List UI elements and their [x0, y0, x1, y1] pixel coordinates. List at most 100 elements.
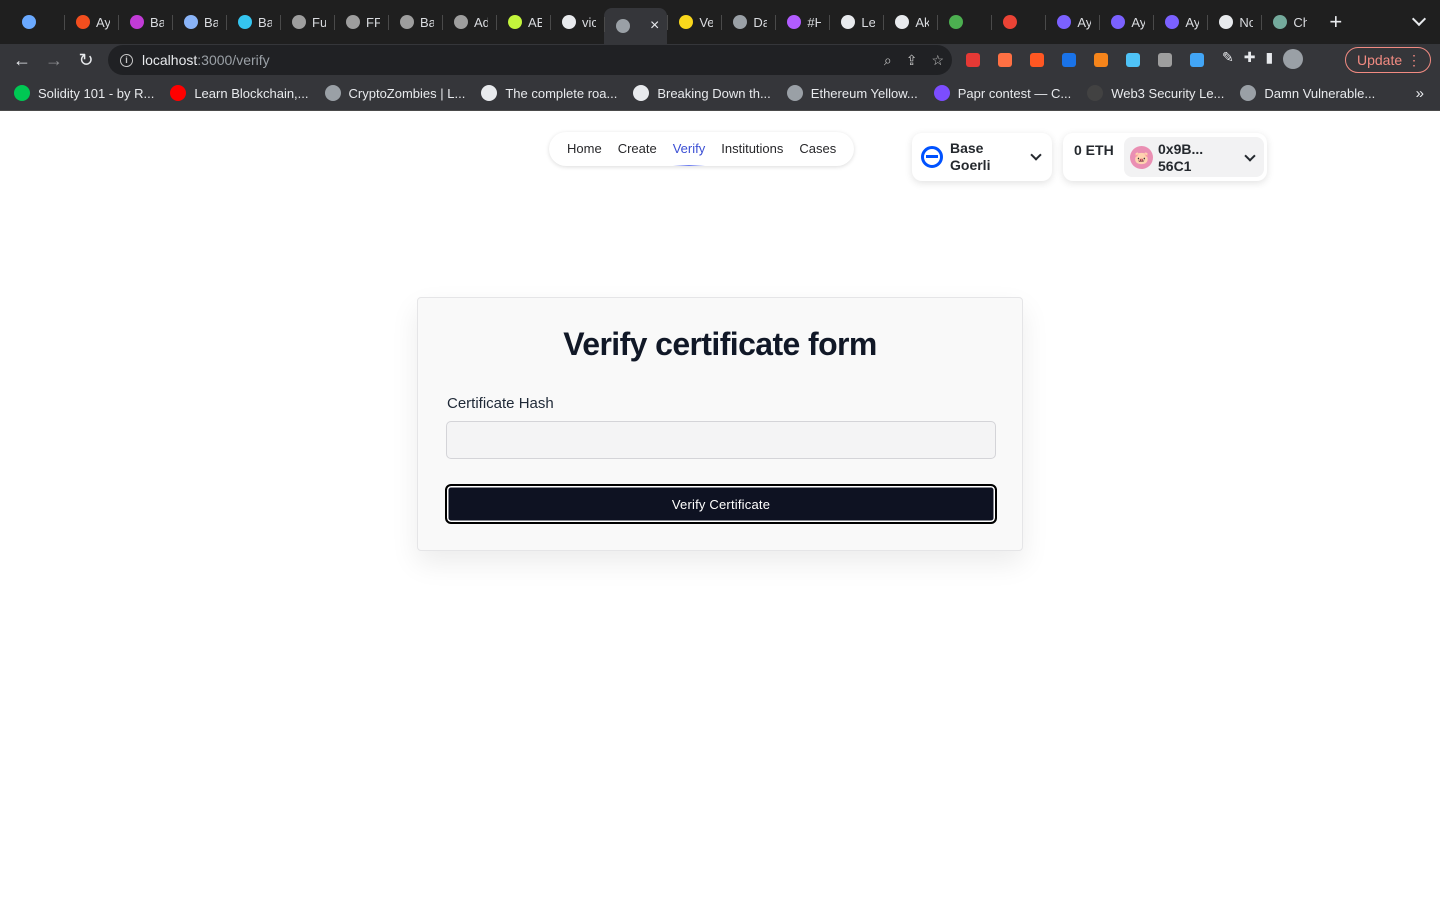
tab[interactable]: No: [1207, 6, 1261, 38]
account-avatar: 🐷: [1130, 146, 1153, 169]
update-button[interactable]: Update ⋮: [1345, 47, 1431, 73]
extension-glyph-icon: [1062, 53, 1076, 67]
bookmarks-overflow-icon[interactable]: »: [1416, 85, 1424, 102]
extensions-puzzle-icon[interactable]: ✚: [1244, 49, 1256, 69]
nav-link-verify[interactable]: Verify: [665, 132, 714, 166]
forward-button[interactable]: →: [38, 44, 70, 76]
tab-favicon-icon: [1273, 15, 1288, 29]
bookmark-item[interactable]: Web3 Security Le...: [1087, 85, 1224, 101]
tab[interactable]: Bas: [388, 6, 442, 38]
verify-certificate-button[interactable]: Verify Certificate: [445, 484, 997, 524]
bookmark-item[interactable]: Papr contest — C...: [933, 85, 1071, 101]
nav-link-home[interactable]: Home: [559, 132, 610, 166]
nav-link-cases[interactable]: Cases: [791, 132, 844, 166]
tab[interactable]: Aya: [1153, 6, 1207, 38]
tab[interactable]: Aki: [883, 6, 937, 38]
ext-globe-icon[interactable]: [1186, 49, 1208, 71]
tab[interactable]: [10, 6, 64, 38]
tab-search-chevron-icon[interactable]: [1411, 11, 1427, 27]
tab-favicon-icon: [454, 15, 468, 29]
profile-avatar[interactable]: [1283, 49, 1304, 69]
tab-title: Ver: [699, 14, 714, 30]
ext-coinbase-icon[interactable]: [1058, 49, 1080, 71]
bookmark-item[interactable]: Learn Blockchain,...: [170, 85, 309, 101]
tab[interactable]: Adv: [442, 6, 496, 38]
nav-link-institutions[interactable]: Institutions: [713, 132, 791, 166]
tab[interactable]: Ch: [1261, 6, 1315, 38]
tab[interactable]: Bas: [118, 6, 172, 38]
bookmark-label: Solidity 101 - by R...: [38, 85, 155, 101]
tab[interactable]: Aya: [1099, 6, 1153, 38]
tab-favicon-icon: [184, 15, 198, 29]
ext-blue-gem-icon[interactable]: [1122, 49, 1144, 71]
browser-tab-strip: Aya Bas Bas Bas Fur FFF Bas Adv ABI vic × Ver Dar #Ha…: [0, 0, 1440, 44]
puzzle-red-icon[interactable]: [962, 49, 984, 71]
tab-favicon-icon: [1003, 15, 1018, 29]
ext-grey-icon[interactable]: [1154, 49, 1176, 71]
close-icon[interactable]: ×: [650, 17, 659, 35]
bookmark-item[interactable]: CryptoZombies | L...: [324, 85, 465, 101]
tab[interactable]: ABI: [496, 6, 550, 38]
tab[interactable]: FFF: [334, 6, 388, 38]
address-bar[interactable]: i localhost:3000/verify ⌕ ⇪ ☆: [108, 45, 952, 75]
tab[interactable]: Let: [829, 6, 883, 38]
ext-metamask-icon[interactable]: [1090, 49, 1112, 71]
bookmark-label: Damn Vulnerable...: [1264, 85, 1376, 101]
bookmark-item[interactable]: Breaking Down th...: [633, 85, 771, 101]
tab-title: Let: [861, 14, 876, 30]
bookmark-item[interactable]: Solidity 101 - by R...: [14, 85, 154, 101]
site-info-icon[interactable]: i: [120, 53, 133, 67]
bookmark-item[interactable]: The complete roa...: [481, 85, 617, 101]
tab-title: Bas: [420, 14, 434, 30]
tab-title: #Ha: [807, 14, 822, 30]
tab[interactable]: #Ha: [775, 6, 829, 38]
side-panel-icon[interactable]: ▮: [1265, 49, 1273, 69]
tab[interactable]: vic: [550, 6, 604, 38]
bookmark-item[interactable]: Ethereum Yellow...: [786, 85, 918, 101]
eyedropper-icon[interactable]: ✎: [1222, 49, 1234, 69]
tab[interactable]: Bas: [172, 6, 226, 38]
tab-favicon-icon: [787, 15, 802, 29]
extension-glyph-icon: [1190, 53, 1204, 67]
menu-kebab-icon[interactable]: ⋮: [1407, 52, 1421, 68]
chevron-down-icon: [1030, 149, 1042, 161]
extension-glyph-icon: [1030, 53, 1044, 67]
bookmark-item[interactable]: Damn Vulnerable...: [1240, 85, 1375, 101]
ext-brave-icon[interactable]: [1026, 49, 1048, 71]
toolbar-right-icons: ✎ ✚ ▮: [1222, 49, 1304, 69]
reload-button[interactable]: ↻: [70, 44, 102, 76]
tab[interactable]: Aya: [1045, 6, 1099, 38]
address-pill[interactable]: 🐷 0x9B... 56C1: [1124, 137, 1264, 177]
new-tab-button[interactable]: +: [1329, 9, 1342, 35]
chevron-down-icon: [1244, 150, 1256, 162]
tab[interactable]: [991, 6, 1045, 38]
tab[interactable]: [937, 6, 991, 38]
bookmark-favicon-icon: [633, 85, 650, 101]
bookmark-favicon-icon: [170, 85, 187, 101]
bookmark-label: Web3 Security Le...: [1111, 85, 1225, 101]
tab[interactable]: Dar: [721, 6, 775, 38]
tab-title: Aya: [1131, 14, 1146, 30]
tab-title: Aya: [96, 14, 110, 30]
zoom-icon[interactable]: ⌕: [884, 52, 892, 69]
tab[interactable]: Aya: [64, 6, 118, 38]
tab-favicon-icon: [1219, 15, 1234, 29]
bookmark-star-icon[interactable]: ☆: [931, 52, 944, 69]
nav-link-create[interactable]: Create: [610, 132, 665, 166]
tab[interactable]: Fur: [280, 6, 334, 38]
share-icon[interactable]: ⇪: [906, 52, 918, 69]
tab[interactable]: Ver: [667, 6, 721, 38]
tab-favicon-icon: [346, 15, 360, 29]
extension-glyph-icon: [998, 53, 1012, 67]
certificate-hash-input[interactable]: [446, 421, 996, 459]
tab[interactable]: Bas: [226, 6, 280, 38]
form-title: Verify certificate form: [563, 326, 877, 362]
tab-favicon-icon: [895, 15, 910, 29]
extension-glyph-icon: [1094, 53, 1108, 67]
tab-title: Aya: [1185, 14, 1200, 30]
back-button[interactable]: ←: [6, 44, 38, 76]
network-selector[interactable]: Base Goerli: [912, 133, 1052, 181]
ext-orange-icon[interactable]: [994, 49, 1016, 71]
tab-active[interactable]: ×: [604, 8, 668, 44]
account-button[interactable]: 0 ETH 🐷 0x9B... 56C1: [1063, 133, 1267, 181]
